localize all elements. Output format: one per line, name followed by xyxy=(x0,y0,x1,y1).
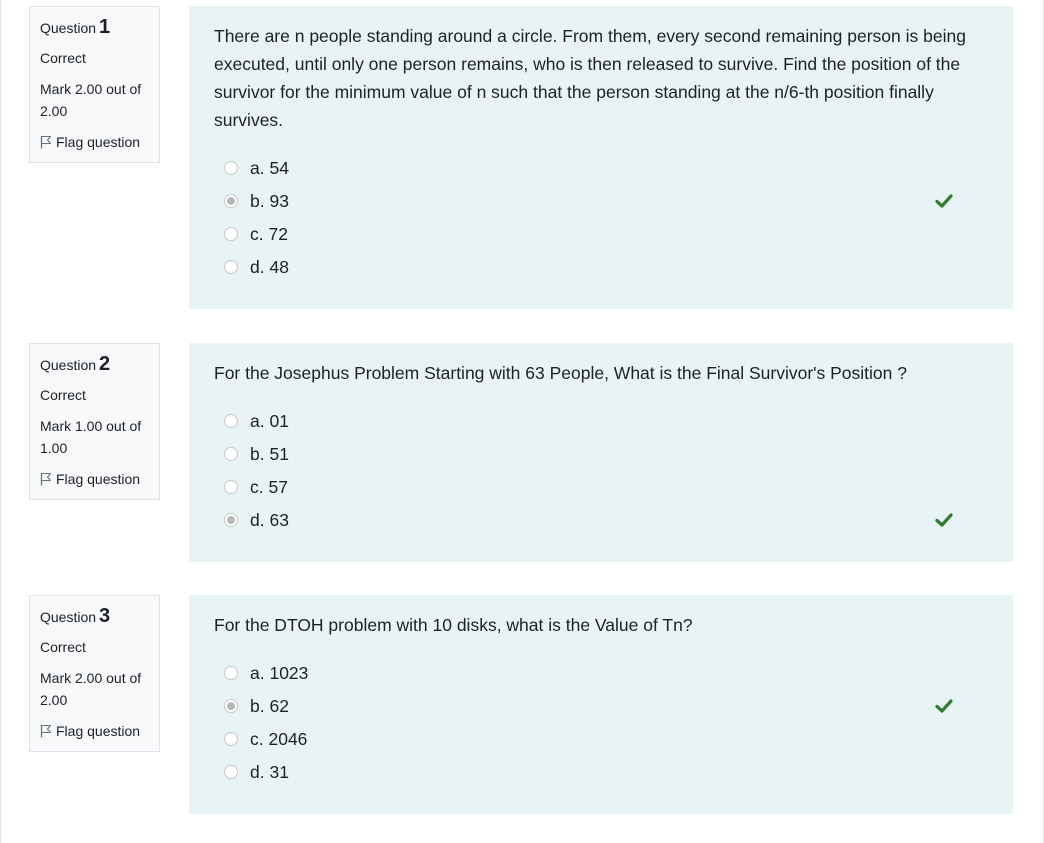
quiz-review-page: Question 1 Correct Mark 2.00 out of 2.00 … xyxy=(0,0,1044,843)
answer-label: c. 2046 xyxy=(250,729,308,749)
radio-button-selected[interactable] xyxy=(224,194,238,208)
check-icon xyxy=(935,194,953,208)
question-info-panel: Question 3 Correct Mark 2.00 out of 2.00 … xyxy=(29,595,160,752)
answer-option[interactable]: d. 31 xyxy=(214,756,988,789)
question-info-panel: Question 1 Correct Mark 2.00 out of 2.00 … xyxy=(29,6,160,163)
answer-label: c. 57 xyxy=(250,477,288,497)
flag-question-link[interactable]: Flag question xyxy=(40,721,149,741)
question-text: For the Josephus Problem Starting with 6… xyxy=(214,363,907,383)
radio-button[interactable] xyxy=(224,227,238,241)
radio-button[interactable] xyxy=(224,414,238,428)
answer-list: a. 54 b. 93 c. 72 d. 48 xyxy=(214,152,988,284)
answer-label: b. 93 xyxy=(250,191,289,211)
answer-label: b. 62 xyxy=(250,696,289,716)
answer-option[interactable]: b. 51 xyxy=(214,438,988,471)
check-icon xyxy=(935,699,953,713)
answer-option[interactable]: a. 01 xyxy=(214,405,988,438)
flag-question-link[interactable]: Flag question xyxy=(40,469,149,489)
answer-label: c. 72 xyxy=(250,224,288,244)
answer-option[interactable]: c. 2046 xyxy=(214,723,988,756)
flag-question-label: Flag question xyxy=(56,471,141,487)
answer-option[interactable]: c. 72 xyxy=(214,218,988,251)
radio-button[interactable] xyxy=(224,732,238,746)
question-info-panel: Question 2 Correct Mark 1.00 out of 1.00 … xyxy=(29,343,160,500)
question-number: Question 2 xyxy=(40,354,149,375)
question-state: Correct xyxy=(40,639,86,655)
radio-button[interactable] xyxy=(224,161,238,175)
answer-option[interactable]: d. 48 xyxy=(214,251,988,284)
answer-label: d. 48 xyxy=(250,257,289,277)
answer-label: a. 1023 xyxy=(250,663,309,683)
radio-button[interactable] xyxy=(224,260,238,274)
flag-icon xyxy=(40,472,52,486)
answer-option[interactable]: b. 93 xyxy=(214,185,988,218)
question-label: Question xyxy=(40,357,97,373)
answer-label: d. 63 xyxy=(250,510,289,530)
question-number: Question 1 xyxy=(40,17,149,38)
flag-icon xyxy=(40,724,52,738)
answer-option[interactable]: b. 62 xyxy=(214,690,988,723)
answer-label: d. 31 xyxy=(250,762,289,782)
question-content: There are n people standing around a cir… xyxy=(189,6,1013,309)
question-number-value: 1 xyxy=(99,16,111,38)
question-grade: Mark 2.00 out of 2.00 xyxy=(40,670,142,708)
flag-icon xyxy=(40,135,52,149)
answer-label: a. 01 xyxy=(250,411,289,431)
answer-option[interactable]: a. 54 xyxy=(214,152,988,185)
radio-button[interactable] xyxy=(224,666,238,680)
answer-option[interactable]: a. 1023 xyxy=(214,657,988,690)
flag-question-label: Flag question xyxy=(56,134,141,150)
question-content: For the DTOH problem with 10 disks, what… xyxy=(189,595,1013,814)
question-text: There are n people standing around a cir… xyxy=(214,26,966,130)
question-grade: Mark 2.00 out of 2.00 xyxy=(40,81,142,119)
radio-button-selected[interactable] xyxy=(224,699,238,713)
flag-question-link[interactable]: Flag question xyxy=(40,132,149,152)
answer-label: b. 51 xyxy=(250,444,289,464)
check-icon xyxy=(935,513,953,527)
answer-list: a. 01 b. 51 c. 57 d. 63 xyxy=(214,405,988,537)
question-content: For the Josephus Problem Starting with 6… xyxy=(189,343,1013,562)
question-number-value: 2 xyxy=(99,353,111,375)
answer-label: a. 54 xyxy=(250,158,289,178)
question-label: Question xyxy=(40,609,97,625)
radio-button[interactable] xyxy=(224,765,238,779)
question-state: Correct xyxy=(40,387,86,403)
answer-option[interactable]: d. 63 xyxy=(214,504,988,537)
question-grade: Mark 1.00 out of 1.00 xyxy=(40,418,142,456)
radio-button[interactable] xyxy=(224,480,238,494)
radio-button-selected[interactable] xyxy=(224,513,238,527)
radio-button[interactable] xyxy=(224,447,238,461)
question-state: Correct xyxy=(40,50,86,66)
question-text: For the DTOH problem with 10 disks, what… xyxy=(214,615,693,635)
flag-question-label: Flag question xyxy=(56,723,141,739)
question-number: Question 3 xyxy=(40,606,149,627)
question-number-value: 3 xyxy=(99,605,111,627)
answer-list: a. 1023 b. 62 c. 2046 d. 31 xyxy=(214,657,988,789)
answer-option[interactable]: c. 57 xyxy=(214,471,988,504)
question-label: Question xyxy=(40,20,97,36)
